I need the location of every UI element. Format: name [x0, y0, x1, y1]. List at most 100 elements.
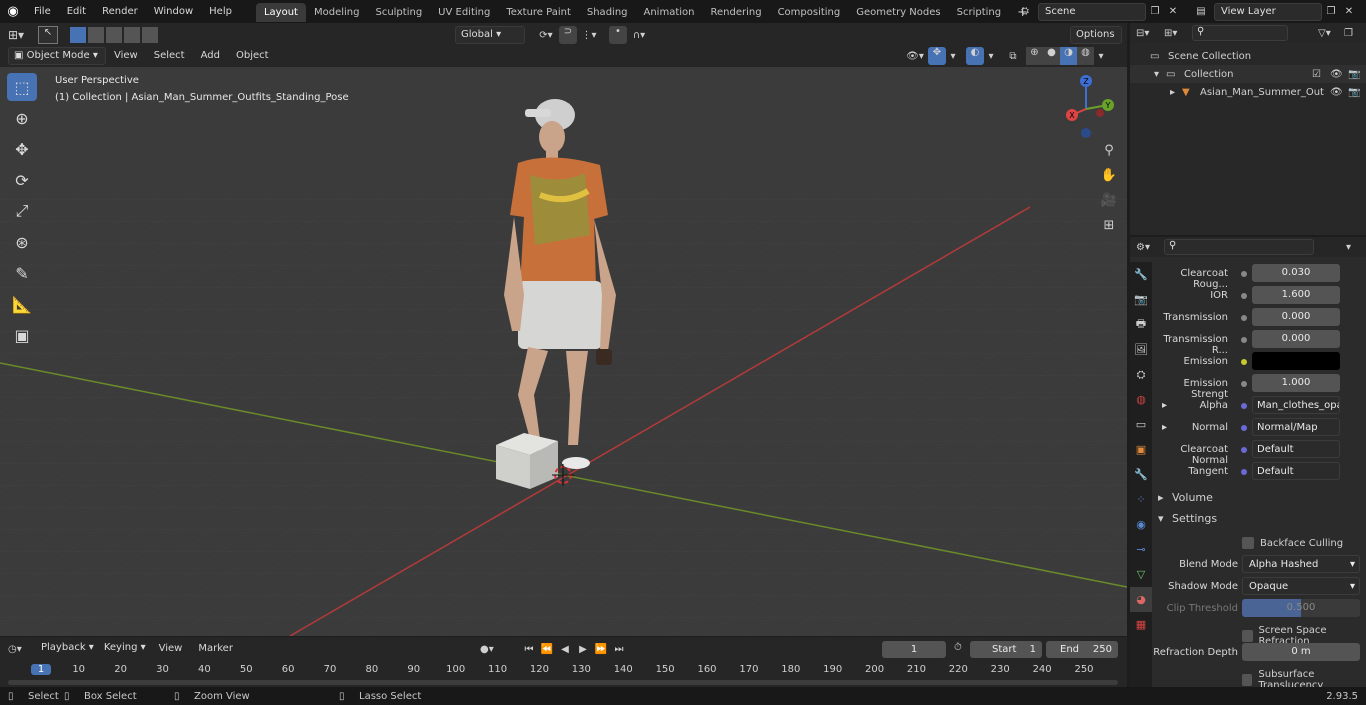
backface-culling-checkbox[interactable]: Backface Culling: [1242, 537, 1343, 549]
hide-eye-icon[interactable]: 👁: [1330, 87, 1348, 98]
scale-tool-icon[interactable]: ⤢: [7, 197, 37, 225]
expand-icon[interactable]: ▾: [1154, 69, 1166, 80]
zoom-icon[interactable]: ⚲: [1098, 143, 1120, 168]
navigation-gizmo[interactable]: Z Y X: [1056, 75, 1120, 141]
falloff-icon[interactable]: ∩▾: [627, 30, 651, 41]
new-scene-icon[interactable]: ❐: [1146, 6, 1164, 17]
render-camera-icon[interactable]: 📷: [1348, 87, 1366, 98]
keying-menu[interactable]: Keying ▾: [99, 640, 151, 658]
overlays-toggle-icon[interactable]: ◐: [966, 47, 984, 65]
mode-dropdown[interactable]: ▣ Object Mode ▾: [8, 47, 106, 65]
menu-file[interactable]: File: [26, 0, 59, 23]
select-box-tool-icon[interactable]: ⬚: [7, 73, 37, 101]
expand-icon[interactable]: ▸: [1170, 87, 1182, 98]
exclude-checkbox-icon[interactable]: ☑: [1312, 69, 1330, 80]
proportional-edit-icon[interactable]: •: [609, 26, 627, 44]
transmission-field[interactable]: 0.000: [1252, 308, 1340, 326]
tab-scripting[interactable]: Scripting: [949, 3, 1009, 22]
new-collection-icon[interactable]: ❐: [1344, 28, 1360, 39]
tab-layout[interactable]: Layout: [255, 3, 306, 22]
tab-compositing[interactable]: Compositing: [770, 3, 849, 22]
settings-panel-header[interactable]: ▾ Settings: [1158, 512, 1217, 525]
menu-window[interactable]: Window: [146, 0, 201, 23]
refraction-depth-field[interactable]: 0 m: [1242, 643, 1360, 661]
outliner-editor-icon[interactable]: ⊟▾: [1136, 28, 1164, 39]
shading-material-icon[interactable]: ◑: [1060, 47, 1077, 65]
shading-rendered-icon[interactable]: ◍: [1077, 47, 1094, 65]
outliner-search-field[interactable]: ⚲: [1192, 25, 1288, 41]
add-cube-tool-icon[interactable]: ▣: [7, 321, 37, 349]
properties-editor-icon[interactable]: ⚙▾: [1136, 242, 1164, 253]
tab-shading[interactable]: Shading: [579, 3, 636, 22]
measure-tool-icon[interactable]: 📐: [7, 290, 37, 318]
clearcoat-normal-field[interactable]: Default: [1252, 440, 1340, 458]
editor-type-icon[interactable]: ⊞▾: [8, 28, 38, 42]
new-view-layer-icon[interactable]: ❐: [1322, 6, 1340, 17]
menu-view[interactable]: View: [106, 47, 146, 65]
scene-name-field[interactable]: Scene: [1038, 2, 1146, 21]
snap-icon[interactable]: ⊃: [559, 26, 577, 44]
play-icon[interactable]: ▶: [574, 644, 592, 655]
shadow-mode-dropdown[interactable]: Opaque ▾: [1242, 577, 1360, 595]
gizmo-toggle-icon[interactable]: ✥: [928, 47, 946, 65]
current-frame-field[interactable]: 1: [882, 641, 946, 658]
material-tab-icon[interactable]: ◕: [1130, 587, 1152, 612]
rotate-tool-icon[interactable]: ⟳: [7, 166, 37, 194]
tab-modeling[interactable]: Modeling: [306, 3, 368, 22]
cursor-tool-icon[interactable]: ⊕: [7, 104, 37, 132]
tab-geometry-nodes[interactable]: Geometry Nodes: [848, 3, 948, 22]
clock-icon[interactable]: ⏱: [954, 642, 962, 653]
frame-ruler[interactable]: 1 10 20 30 40 50 60 70 80 90 100 110 120 130 140 150 160…: [0, 663, 1127, 679]
shading-wireframe-icon[interactable]: ⊕: [1026, 47, 1043, 65]
shading-solid-icon[interactable]: ●: [1043, 47, 1060, 65]
play-reverse-icon[interactable]: ◀: [556, 644, 574, 655]
outliner-row-collection[interactable]: ▾ ▭ Collection ☑ 👁 📷: [1130, 65, 1366, 83]
ior-field[interactable]: 1.600: [1252, 286, 1340, 304]
delete-scene-icon[interactable]: ✕: [1164, 6, 1182, 17]
properties-search-field[interactable]: ⚲: [1164, 239, 1314, 255]
outliner-display-mode-icon[interactable]: ⊞▾: [1164, 28, 1192, 39]
data-tab-icon[interactable]: ▽: [1130, 562, 1152, 587]
clearcoat-roughness-field[interactable]: 0.030: [1252, 264, 1340, 282]
timeline-view-menu[interactable]: View: [151, 640, 191, 658]
annotate-tool-icon[interactable]: ✎: [7, 259, 37, 287]
collection-tab-icon[interactable]: ▭: [1130, 412, 1152, 437]
xray-toggle-icon[interactable]: ⧉: [1004, 51, 1022, 62]
start-frame-field[interactable]: Start 1: [970, 641, 1042, 658]
modifier-tab-icon[interactable]: 🔧: [1130, 462, 1152, 487]
tangent-field[interactable]: Default: [1252, 462, 1340, 480]
move-tool-icon[interactable]: ✥: [7, 135, 37, 163]
grid-view-icon[interactable]: ⊞: [1098, 218, 1120, 243]
view-layer-field[interactable]: View Layer: [1214, 2, 1322, 21]
constraints-tab-icon[interactable]: ⊸: [1130, 537, 1152, 562]
hide-eye-icon[interactable]: 👁: [1330, 69, 1348, 80]
prev-keyframe-icon[interactable]: ⏪: [538, 644, 556, 655]
normal-link-field[interactable]: Normal/Map: [1252, 418, 1340, 436]
menu-render[interactable]: Render: [94, 0, 146, 23]
outliner-filter-icon[interactable]: ▽▾: [1318, 28, 1344, 39]
menu-edit[interactable]: Edit: [59, 0, 94, 23]
tab-texture-paint[interactable]: Texture Paint: [498, 3, 579, 22]
end-frame-field[interactable]: End 250: [1046, 641, 1118, 658]
select-mode-subtract-icon[interactable]: [106, 27, 122, 43]
texture-tab-icon[interactable]: ▦: [1130, 612, 1152, 637]
blender-logo-icon[interactable]: ◉: [0, 4, 26, 19]
transform-tool-icon[interactable]: ⊛: [7, 228, 37, 256]
tab-uv-editing[interactable]: UV Editing: [430, 3, 498, 22]
select-mode-invert-icon[interactable]: [124, 27, 140, 43]
tab-rendering[interactable]: Rendering: [702, 3, 769, 22]
render-tab-icon[interactable]: 📷: [1130, 287, 1152, 312]
view-layer-icon[interactable]: ▤: [1188, 6, 1214, 17]
3d-viewport[interactable]: User Perspective (1) Collection | Asian_…: [0, 67, 1127, 636]
volume-panel-header[interactable]: ▸ Volume: [1158, 491, 1213, 504]
expand-icon[interactable]: ▸: [1162, 422, 1167, 433]
blend-mode-dropdown[interactable]: Alpha Hashed ▾: [1242, 555, 1360, 573]
view-layer-tab-icon[interactable]: 🖼: [1130, 337, 1152, 362]
scene-icon[interactable]: ⛭: [1012, 6, 1038, 17]
emission-strength-field[interactable]: 1.000: [1252, 374, 1340, 392]
output-tab-icon[interactable]: 🖶: [1130, 312, 1152, 337]
record-icon[interactable]: ●▾: [480, 644, 508, 655]
clip-threshold-slider[interactable]: 0.500: [1242, 599, 1360, 617]
visibility-icon[interactable]: 👁▾: [902, 51, 928, 62]
expand-icon[interactable]: ▸: [1162, 400, 1167, 411]
